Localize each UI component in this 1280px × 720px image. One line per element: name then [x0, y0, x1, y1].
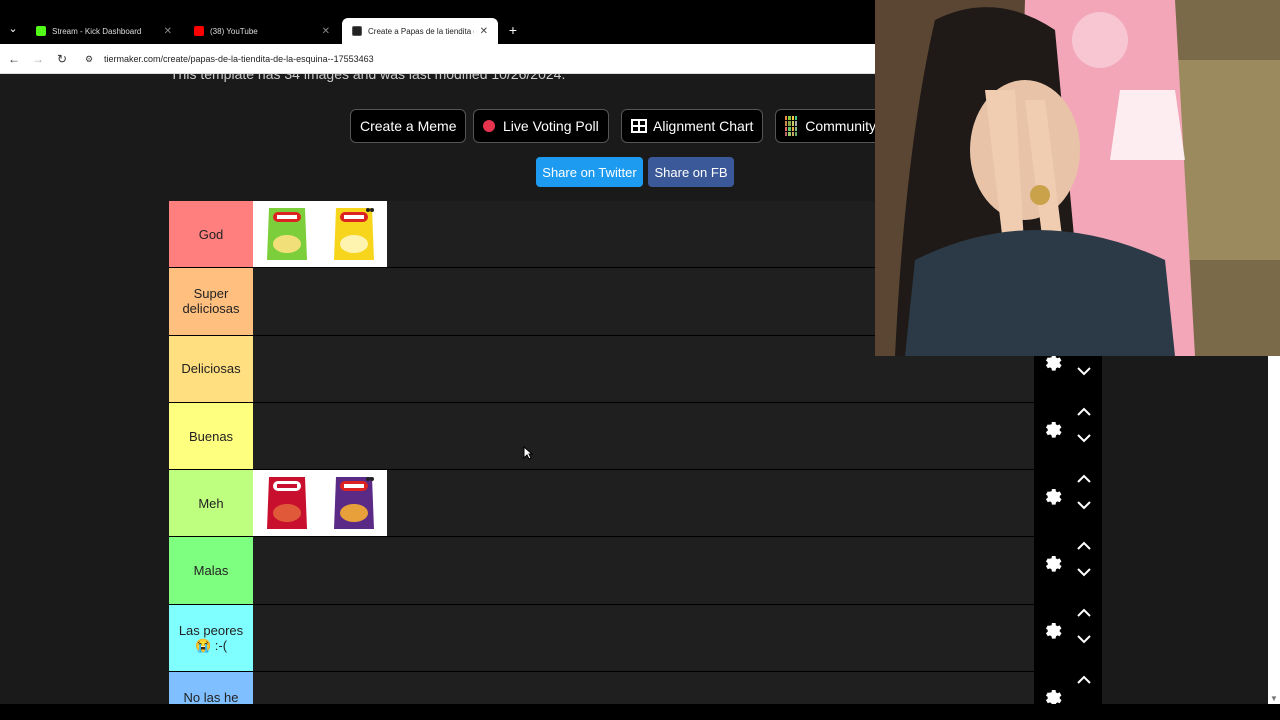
chevron-up-icon[interactable] — [1076, 407, 1092, 417]
tier-settings-buenas — [1034, 395, 1102, 462]
tier-settings-no-las-he — [1034, 663, 1102, 704]
tier-row-buenas: Buenas — [169, 402, 1034, 471]
create-meme-button[interactable]: Create a Meme — [350, 109, 467, 143]
chevron-down-icon[interactable] — [1076, 634, 1092, 644]
gear-icon[interactable] — [1040, 417, 1062, 439]
new-tab-icon[interactable]: + — [505, 20, 521, 40]
tier-label[interactable]: No las he — [169, 672, 253, 704]
share-twitter-button[interactable]: Share on Twitter — [536, 157, 643, 187]
gear-icon[interactable] — [1040, 618, 1062, 640]
close-tab-icon[interactable]: ✕ — [322, 26, 330, 37]
tab-youtube[interactable]: (38) YouTube ✕ — [184, 18, 340, 44]
tier-label[interactable]: Deliciosas — [169, 335, 253, 402]
chip-bag-green[interactable] — [253, 201, 320, 268]
url-text: tiermaker.com/create/papas-de-la-tiendit… — [104, 54, 374, 64]
live-poll-label: Live Voting Poll — [503, 118, 599, 134]
chip-bag-yellow[interactable] — [320, 201, 387, 268]
taskbar — [0, 704, 1280, 720]
template-info: This template has 34 images and was last… — [170, 74, 566, 82]
tier-items[interactable] — [253, 403, 1034, 469]
tiermaker-icon — [352, 26, 362, 36]
tier-row-meh: Meh — [169, 470, 1034, 538]
chevron-up-icon[interactable] — [1076, 608, 1092, 618]
chevron-up-icon[interactable] — [1076, 675, 1092, 685]
forward-icon[interactable]: → — [30, 51, 46, 67]
tier-label[interactable]: Meh — [169, 470, 253, 537]
page-scrollbar[interactable] — [1268, 356, 1280, 704]
address-bar[interactable]: ⚙ tiermaker.com/create/papas-de-la-tiend… — [80, 48, 880, 70]
record-dot-icon — [483, 120, 495, 132]
tier-label[interactable]: God — [169, 201, 253, 268]
close-tab-icon[interactable]: ✕ — [480, 26, 488, 37]
grid-icon — [631, 119, 647, 133]
reload-icon[interactable]: ↻ — [54, 51, 70, 67]
tier-items[interactable] — [253, 605, 1034, 671]
tier-items[interactable] — [253, 470, 1034, 537]
chevron-up-icon[interactable] — [1076, 541, 1092, 551]
tier-row-malas: Malas — [169, 537, 1034, 605]
tier-row-las-peores: Las peores 😭 :-( — [169, 604, 1034, 673]
tab-tiermaker[interactable]: Create a Papas de la tiendita de ✕ — [342, 18, 498, 44]
community-label: Community — [805, 118, 876, 134]
chip-bag-purple[interactable] — [320, 470, 387, 537]
chevron-down-icon[interactable] — [1076, 500, 1092, 510]
webcam-feed-image — [875, 0, 1280, 356]
chevron-down-icon[interactable] — [1076, 567, 1092, 577]
tier-settings-malas — [1034, 529, 1102, 596]
share-fb-label: Share on FB — [654, 164, 728, 180]
youtube-icon — [194, 26, 204, 36]
tier-items[interactable] — [253, 537, 1034, 603]
community-button[interactable]: Community — [775, 109, 885, 143]
tier-settings-column — [1034, 354, 1102, 704]
tier-label[interactable]: Super deliciosas — [169, 268, 253, 335]
alignment-chart-button[interactable]: Alignment Chart — [621, 109, 764, 143]
alignment-label: Alignment Chart — [653, 118, 754, 134]
tab-search-icon[interactable]: ⌄ — [4, 20, 22, 38]
gear-icon[interactable] — [1040, 484, 1062, 506]
tier-row-no-las-he: No las he — [169, 672, 1034, 704]
mouse-cursor-icon — [523, 446, 533, 460]
chip-bag-purple-image — [333, 477, 374, 530]
tier-settings-meh — [1034, 462, 1102, 529]
close-tab-icon[interactable]: ✕ — [164, 26, 172, 37]
tier-label[interactable]: Las peores 😭 :-( — [169, 604, 253, 672]
share-twitter-label: Share on Twitter — [542, 164, 637, 180]
tier-label[interactable]: Malas — [169, 537, 253, 604]
live-voting-poll-button[interactable]: Live Voting Poll — [473, 109, 609, 143]
site-info-icon[interactable]: ⚙ — [80, 54, 98, 65]
chip-bag-green-image — [266, 208, 307, 261]
tier-settings-las-peores — [1034, 596, 1102, 663]
chevron-down-icon[interactable] — [1076, 366, 1092, 376]
tab-title: (38) YouTube — [210, 26, 258, 36]
chip-bag-red-image — [266, 477, 307, 530]
tier-items[interactable] — [253, 672, 1034, 704]
tier-label[interactable]: Buenas — [169, 402, 253, 470]
browser-window: ⌄ Stream - Kick Dashboard ✕ (38) YouTube… — [0, 0, 1280, 720]
chevron-up-icon[interactable] — [1076, 474, 1092, 484]
chevron-down-icon[interactable] — [1076, 433, 1092, 443]
scroll-down-icon[interactable]: ▼ — [1270, 694, 1278, 703]
create-meme-label: Create a Meme — [360, 118, 457, 134]
kick-icon — [36, 26, 46, 36]
webcam-overlay — [875, 0, 1280, 356]
gear-icon[interactable] — [1040, 685, 1062, 704]
gear-icon[interactable] — [1040, 551, 1062, 573]
share-fb-button[interactable]: Share on FB — [648, 157, 734, 187]
chip-bag-yellow-image — [333, 208, 374, 261]
tab-title: Stream - Kick Dashboard — [52, 26, 142, 36]
tab-kick-dashboard[interactable]: Stream - Kick Dashboard ✕ — [26, 18, 182, 44]
chip-bag-red[interactable] — [253, 470, 320, 537]
back-icon[interactable]: ← — [6, 51, 22, 67]
mosaic-icon — [785, 116, 798, 136]
tab-title: Create a Papas de la tiendita de — [368, 26, 474, 36]
